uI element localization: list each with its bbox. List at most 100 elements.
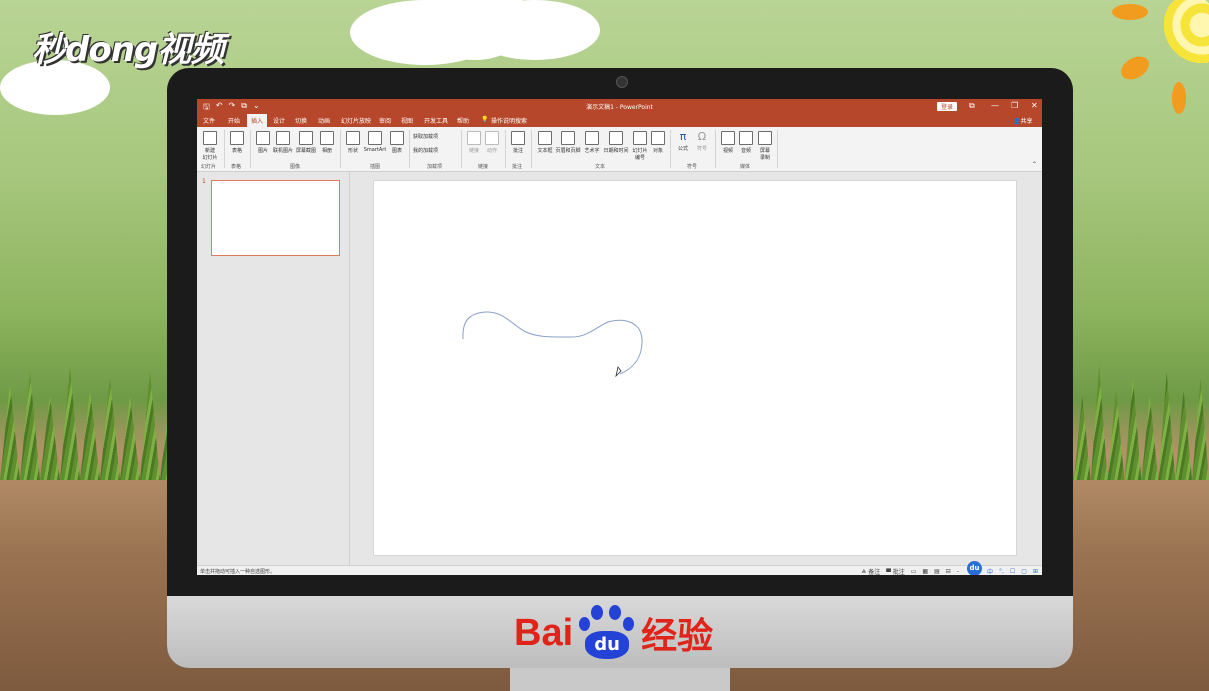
group-separator <box>505 130 506 168</box>
group-text-label: 文本 <box>595 164 606 170</box>
tab-design[interactable]: 设计 <box>273 116 285 125</box>
group-separator <box>670 130 671 168</box>
share-label: 共享 <box>1020 118 1033 125</box>
zoom-out-button[interactable]: - <box>957 568 959 575</box>
collapse-ribbon-icon[interactable]: ⌃ <box>1032 161 1037 168</box>
shapes-button[interactable]: 形状 <box>345 131 361 154</box>
group-media-label: 媒体 <box>740 164 751 170</box>
tab-review[interactable]: 审阅 <box>379 116 391 125</box>
group-separator <box>531 130 532 168</box>
ribbon-display-options-icon[interactable]: ⧉ <box>969 101 975 111</box>
ime-indicator[interactable]: 中 <box>987 567 993 575</box>
ime-toolbox-icon[interactable]: ⊞ <box>1033 568 1038 575</box>
group-tables-label: 表格 <box>231 164 242 170</box>
group-comments-label: 批注 <box>512 164 523 170</box>
textbox-button[interactable]: 文本框 <box>536 131 554 154</box>
tab-home[interactable]: 开始 <box>228 116 240 125</box>
smartart-button[interactable]: SmartArt <box>363 131 387 153</box>
new-slide-button[interactable]: 新建 幻灯片 <box>200 131 220 161</box>
baidu-logo-bai: Bai <box>514 611 574 654</box>
symbol-button[interactable]: Ω 符号 <box>694 131 710 153</box>
baidu-ime-icon[interactable]: du <box>967 561 982 575</box>
sun-ray-icon <box>1172 82 1186 114</box>
group-images-label: 图像 <box>290 164 301 170</box>
screen-recording-button[interactable]: 屏幕 录制 <box>756 131 774 161</box>
picture-button[interactable]: 图片 <box>254 131 272 154</box>
tab-help[interactable]: 帮助 <box>457 116 469 125</box>
powerpoint-window: 🖫 ↶ ↷ ⧉ ⌄ 演示文稿1 - PowerPoint 登录 ⧉ — ❐ ✕ … <box>197 99 1042 575</box>
freeform-curve <box>462 311 643 375</box>
ime-settings-icon[interactable]: ☐ <box>1010 568 1015 575</box>
wordart-button[interactable]: 艺术字 <box>583 131 601 154</box>
tab-file[interactable]: 文件 <box>203 116 215 125</box>
freeform-drawing <box>462 311 643 378</box>
comment-button[interactable]: 批注 <box>510 131 526 154</box>
comments-button[interactable]: ▀ 批注 <box>886 567 905 575</box>
equation-button[interactable]: π 公式 <box>675 131 691 153</box>
album-button[interactable]: 相册 <box>319 131 335 154</box>
close-button[interactable]: ✕ <box>1031 101 1038 110</box>
miaodong-logo: 秒dong视频 <box>32 30 224 70</box>
reading-view-icon[interactable]: ▤ <box>934 568 940 575</box>
tab-transitions[interactable]: 切换 <box>295 116 307 125</box>
tell-me-search[interactable]: 操作说明搜索 <box>491 116 527 125</box>
group-separator <box>250 130 251 168</box>
group-separator <box>340 130 341 168</box>
online-picture-button[interactable]: 联机图片 <box>272 131 294 154</box>
thumbnail-number: 1 <box>202 178 206 185</box>
action-button[interactable]: 动作 <box>485 131 499 154</box>
chart-button[interactable]: 图表 <box>389 131 405 154</box>
baidu-jingyan-logo: Bai du 经验 <box>514 603 713 663</box>
slideshow-icon[interactable]: ⊟ <box>946 568 951 575</box>
share-button[interactable]: 👤共享 <box>1013 116 1033 125</box>
group-separator <box>715 130 716 168</box>
slide-canvas[interactable] <box>373 180 1017 556</box>
ribbon-tabs: 文件 开始 插入 设计 切换 动画 幻灯片放映 审阅 视图 开发工具 帮助 💡 … <box>197 113 1042 129</box>
pencil-cursor-icon <box>615 366 622 378</box>
tab-view[interactable]: 视图 <box>401 116 413 125</box>
group-illustrations-label: 插图 <box>370 164 381 170</box>
group-links-label: 链接 <box>478 164 489 170</box>
slide-thumbnail[interactable] <box>211 180 340 256</box>
header-footer-button[interactable]: 页眉和页脚 <box>555 131 581 154</box>
tab-slideshow[interactable]: 幻灯片放映 <box>341 116 371 125</box>
tab-animations[interactable]: 动画 <box>318 116 330 125</box>
normal-view-icon[interactable]: ▭ <box>911 568 917 575</box>
tab-developer[interactable]: 开发工具 <box>424 116 448 125</box>
status-bar: 单击并拖动可插入一种自选图形。 ≙ 备注 ▀ 批注 ▭ ▦ ▤ ⊟ - 中 °,… <box>197 565 1042 575</box>
ribbon-insert: 新建 幻灯片 幻灯片 表格 表格 图片 联机图片 屏幕截图 相册 图像 形状 Sm… <box>197 127 1042 172</box>
group-separator <box>224 130 225 168</box>
status-controls: ≙ 备注 ▀ 批注 ▭ ▦ ▤ ⊟ - 中 °, ☐ ▢ ⊞ <box>861 567 1038 575</box>
lightbulb-icon: 💡 <box>481 116 489 123</box>
ime-skin-icon[interactable]: ▢ <box>1021 568 1027 575</box>
group-separator <box>461 130 462 168</box>
object-button[interactable]: 对象 <box>651 131 665 154</box>
my-addins-button[interactable]: 我的加载项 <box>413 147 457 154</box>
title-bar: 🖫 ↶ ↷ ⧉ ⌄ 演示文稿1 - PowerPoint 登录 ⧉ — ❐ ✕ <box>197 99 1042 113</box>
slide-sorter-icon[interactable]: ▦ <box>922 568 928 575</box>
baidu-logo-jingyan: 经验 <box>641 616 714 657</box>
link-button[interactable]: 链接 <box>467 131 481 154</box>
table-button[interactable]: 表格 <box>228 131 246 154</box>
restore-button[interactable]: ❐ <box>1011 101 1018 110</box>
group-addins-label: 加载项 <box>427 164 443 170</box>
window-title: 演示文稿1 - PowerPoint <box>586 104 653 111</box>
punctuation-icon[interactable]: °, <box>999 568 1004 575</box>
video-button[interactable]: 视频 <box>720 131 736 154</box>
get-addins-button[interactable]: 获取加载项 <box>413 133 455 140</box>
webcam-icon <box>616 76 628 88</box>
login-button[interactable]: 登录 <box>937 102 958 111</box>
monitor-stand <box>510 668 730 691</box>
slide-number-button[interactable]: 幻灯片 编号 <box>631 131 649 161</box>
minimize-button[interactable]: — <box>991 101 999 110</box>
baidu-paw-icon: du <box>575 603 639 663</box>
slide-thumbnail-pane: 1 <box>197 172 350 565</box>
status-message: 单击并拖动可插入一种自选图形。 <box>200 569 276 575</box>
screenshot-button[interactable]: 屏幕截图 <box>295 131 317 154</box>
datetime-button[interactable]: 日期和时间 <box>602 131 630 154</box>
baidu-logo-du: du <box>585 631 630 659</box>
notes-button[interactable]: ≙ 备注 <box>861 567 880 575</box>
group-separator <box>409 130 410 168</box>
audio-button[interactable]: 音频 <box>738 131 754 154</box>
group-slides-label: 幻灯片 <box>201 164 217 170</box>
